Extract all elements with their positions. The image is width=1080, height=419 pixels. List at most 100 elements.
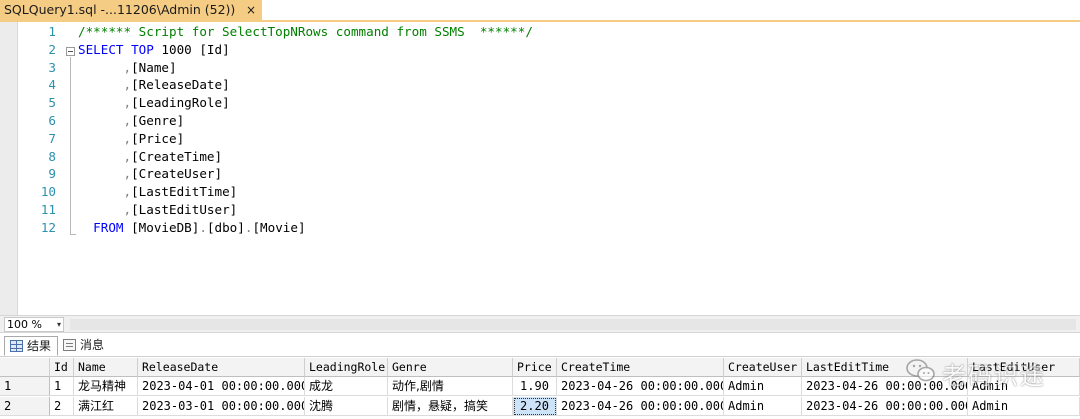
table-cell[interactable]: 2023-03-01 00:00:00.000 bbox=[138, 397, 305, 416]
code-token: /****** Script for SelectTopNRows comman… bbox=[78, 24, 533, 39]
code-line[interactable]: 11 ,[LastEditUser] bbox=[0, 201, 1080, 219]
zoom-select[interactable]: 100 % ▾ bbox=[4, 317, 64, 332]
column-header[interactable]: Price bbox=[513, 358, 557, 377]
code-line[interactable]: 12 FROM [MovieDB].[dbo].[Movie] bbox=[0, 219, 1080, 237]
column-header[interactable]: CreateTime bbox=[557, 358, 724, 377]
line-number: 10 bbox=[40, 184, 56, 200]
code-token: [MovieDB] bbox=[123, 219, 200, 235]
code-token: 1000 [Id] bbox=[153, 41, 230, 57]
column-header[interactable]: LeadingRole bbox=[305, 358, 388, 377]
table-cell[interactable]: 成龙 bbox=[305, 377, 388, 396]
code-token: [CreateUser] bbox=[131, 166, 223, 182]
table-cell[interactable]: Admin bbox=[968, 377, 1080, 396]
code-token: , bbox=[123, 130, 132, 146]
table-cell[interactable]: 2023-04-26 00:00:00.000 bbox=[802, 397, 968, 416]
code-token: SELECT bbox=[78, 41, 124, 57]
code-token: . bbox=[199, 219, 207, 235]
row-header[interactable]: 2 bbox=[0, 397, 50, 416]
line-number: 3 bbox=[48, 59, 56, 75]
code-token: , bbox=[123, 202, 132, 217]
code-line[interactable]: 5 ,[LeadingRole] bbox=[0, 94, 1080, 112]
chevron-down-icon[interactable]: ▾ bbox=[57, 318, 61, 331]
code-token: , bbox=[123, 77, 132, 93]
column-header[interactable]: ReleaseDate bbox=[138, 358, 305, 377]
code-text: ,[CreateTime] bbox=[78, 148, 223, 166]
code-token: [Price] bbox=[131, 130, 185, 146]
table-cell[interactable]: Admin bbox=[724, 397, 802, 416]
code-token: FROM bbox=[93, 219, 124, 235]
code-text: ,[ReleaseDate] bbox=[78, 76, 230, 94]
line-number: 8 bbox=[48, 148, 56, 164]
code-token: [LeadingRole] bbox=[131, 95, 230, 111]
code-token: [CreateTime] bbox=[131, 148, 223, 164]
table-cell[interactable]: 1.90 bbox=[513, 377, 557, 396]
tab-messages-label: 消息 bbox=[80, 338, 105, 352]
tab-messages[interactable]: 消息 bbox=[58, 336, 110, 356]
tab-results-label: 结果 bbox=[27, 339, 52, 353]
code-token: [Genre] bbox=[131, 113, 185, 128]
code-text: ,[Name] bbox=[78, 59, 177, 77]
code-line[interactable]: 10 ,[LastEditTime] bbox=[0, 183, 1080, 201]
column-header[interactable]: CreateUser bbox=[724, 358, 802, 377]
line-number: 11 bbox=[40, 202, 56, 217]
column-header[interactable]: Id bbox=[50, 358, 74, 377]
code-line[interactable]: 4 ,[ReleaseDate] bbox=[0, 76, 1080, 94]
fold-guide-end bbox=[70, 234, 76, 235]
code-line[interactable]: 7 ,[Price] bbox=[0, 130, 1080, 148]
results-grid[interactable]: Id Name ReleaseDate LeadingRole Genre Price Cr… bbox=[0, 358, 1080, 419]
table-cell[interactable]: 2023-04-26 00:00:00.000 bbox=[557, 397, 724, 416]
table-cell[interactable]: 2023-04-26 00:00:00.000 bbox=[557, 377, 724, 396]
table-cell[interactable]: 满江红 bbox=[74, 397, 138, 416]
code-text: ,[Genre] bbox=[78, 112, 185, 130]
code-line[interactable]: 9 ,[CreateUser] bbox=[0, 165, 1080, 183]
query-editor[interactable]: 1 /****** Script for SelectTopNRows comma… bbox=[0, 22, 1080, 315]
line-number: 12 bbox=[40, 219, 56, 235]
table-cell[interactable]: 2 bbox=[50, 397, 74, 416]
code-line[interactable]: 3 ,[Name] bbox=[0, 59, 1080, 77]
column-header[interactable]: LastEditUser bbox=[968, 358, 1080, 377]
column-header[interactable]: Name bbox=[74, 358, 138, 377]
document-tab-title: SQLQuery1.sql -...11206\Admin (52)) bbox=[4, 2, 236, 17]
table-cell[interactable]: Admin bbox=[724, 377, 802, 396]
close-tab-icon[interactable]: × bbox=[246, 0, 256, 20]
table-cell[interactable]: 2023-04-01 00:00:00.000 bbox=[138, 377, 305, 396]
code-token: , bbox=[123, 184, 132, 200]
table-cell[interactable]: 动作,剧情 bbox=[388, 377, 513, 396]
code-line[interactable]: 1 /****** Script for SelectTopNRows comma… bbox=[0, 23, 1080, 41]
code-line[interactable]: 2 SELECT TOP 1000 [Id] bbox=[0, 41, 1080, 59]
row-header[interactable]: 1 bbox=[0, 377, 50, 396]
document-tab[interactable]: SQLQuery1.sql -...11206\Admin (52)) × bbox=[0, 0, 262, 20]
code-token: [Movie] bbox=[252, 219, 306, 235]
table-cell[interactable]: 2023-04-26 00:00:00.000 bbox=[802, 377, 968, 396]
table-cell[interactable]: 剧情，悬疑，搞笑 bbox=[388, 397, 513, 416]
editor-horizontal-scrollbar[interactable] bbox=[70, 319, 1076, 330]
column-header[interactable]: Genre bbox=[388, 358, 513, 377]
table-cell[interactable]: 1 bbox=[50, 377, 74, 396]
table-cell[interactable]: 沈腾 bbox=[305, 397, 388, 416]
code-token: TOP bbox=[131, 41, 154, 57]
code-text: ,[LastEditTime] bbox=[78, 183, 238, 201]
grid-corner[interactable] bbox=[0, 358, 50, 377]
line-number: 2 bbox=[48, 41, 56, 57]
collapse-region-icon[interactable] bbox=[66, 47, 75, 56]
table-cell[interactable]: 2.20 bbox=[513, 397, 557, 416]
code-line[interactable]: 8 ,[CreateTime] bbox=[0, 148, 1080, 166]
line-number: 6 bbox=[48, 113, 56, 128]
table-cell[interactable]: 龙马精神 bbox=[74, 377, 138, 396]
code-line[interactable]: 6 ,[Genre] bbox=[0, 112, 1080, 130]
line-number: 9 bbox=[48, 166, 56, 182]
tab-results[interactable]: 结果 bbox=[4, 336, 59, 356]
code-token: , bbox=[123, 95, 132, 111]
fold-guide-line bbox=[70, 57, 71, 234]
table-cell[interactable]: Admin bbox=[968, 397, 1080, 416]
line-number: 7 bbox=[48, 130, 56, 146]
column-header[interactable]: LastEditTime bbox=[802, 358, 968, 377]
